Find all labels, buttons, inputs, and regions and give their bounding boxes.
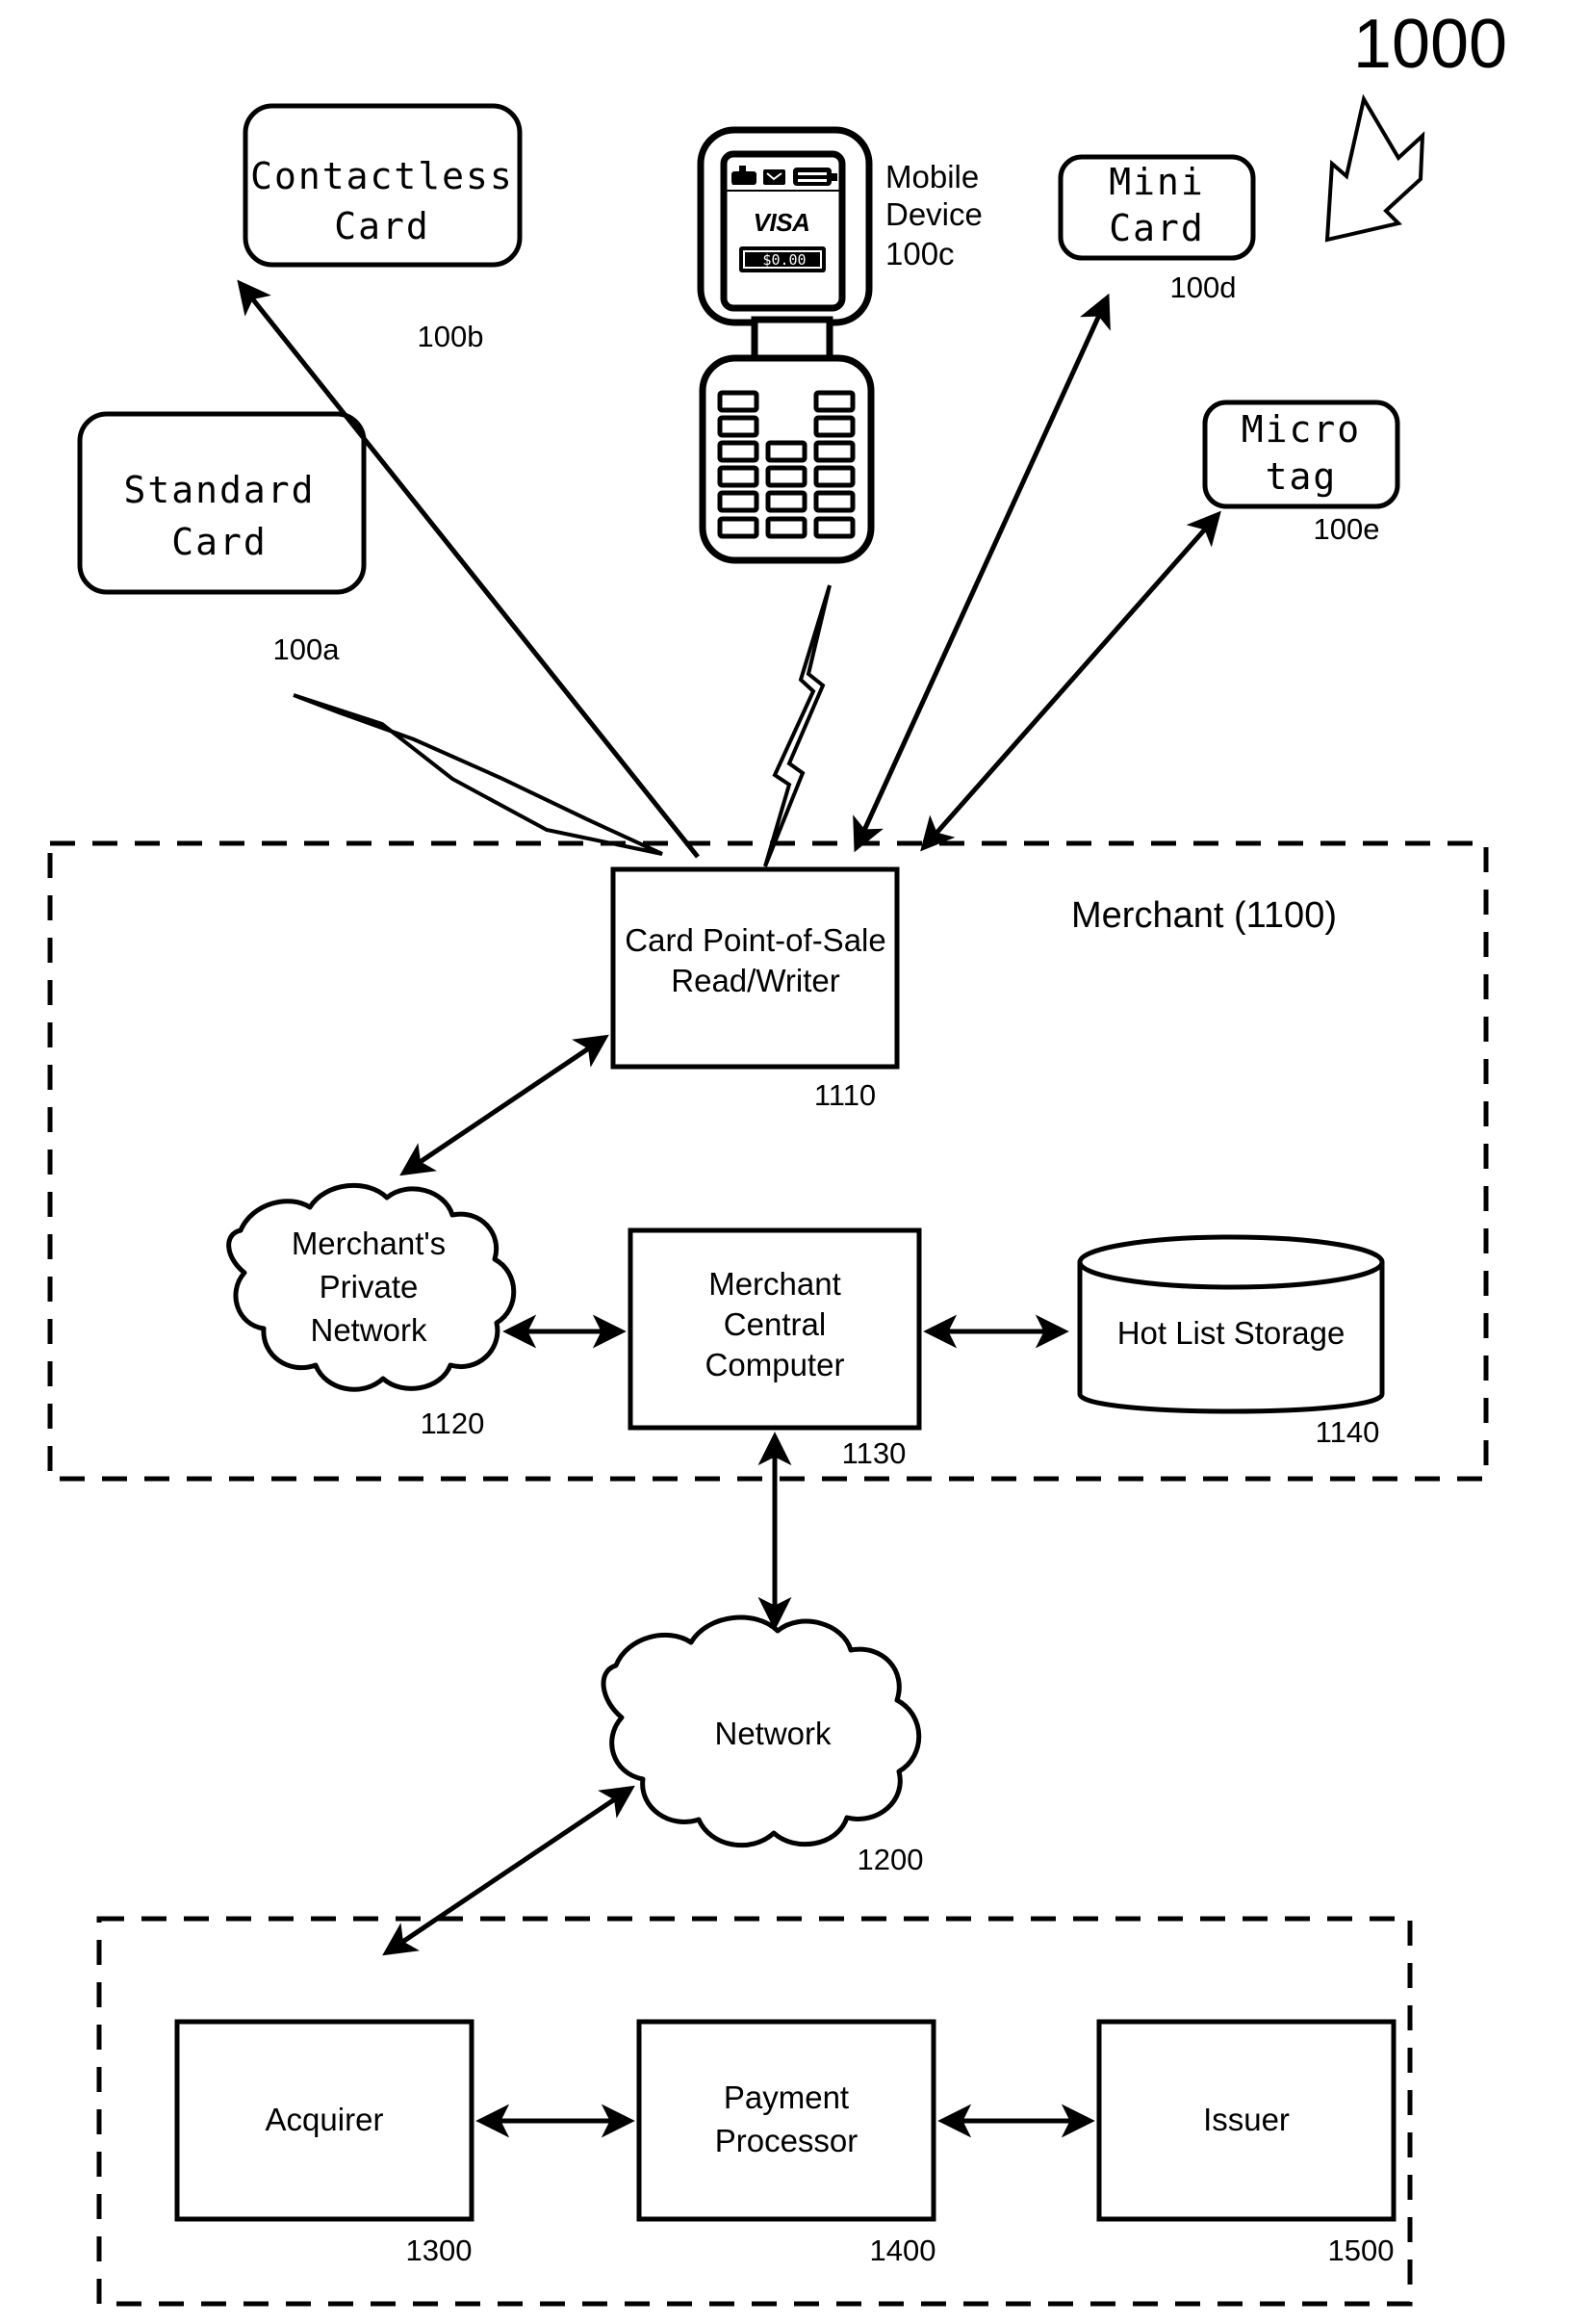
rf-signal-mobile-device	[763, 584, 832, 867]
node-acquirer: Acquirer 1300	[174, 2019, 474, 2267]
contactless-card-label-line2: Card	[334, 205, 430, 247]
device-mini-card: Mini Card 100d	[1058, 154, 1256, 304]
private-network-label-line1: Merchant's	[292, 1226, 446, 1261]
amount-display: $0.00	[739, 246, 826, 272]
device-micro-tag: Micro tag 100e	[1202, 400, 1400, 546]
private-network-label-line2: Private	[320, 1269, 419, 1304]
arrow-network-acquirer	[382, 1785, 635, 1956]
battery-icon	[793, 168, 837, 186]
arrow-pos-micro-tag	[920, 510, 1221, 852]
standard-card-label-line1: Standard	[123, 469, 315, 511]
arrow-pos-mini-card	[853, 293, 1111, 853]
mini-card-label-line2: Card	[1109, 207, 1205, 249]
ref-1300: 1300	[406, 2234, 473, 2267]
ref-1130: 1130	[842, 1436, 907, 1470]
payment-processor-label-line1: Payment	[724, 2079, 849, 2115]
ref-100d: 100d	[1170, 271, 1237, 304]
arrow-pos-private-network	[399, 1034, 609, 1176]
merchant-title: Merchant (1100)	[1071, 895, 1337, 936]
mobile-device-caption-line2: Device	[885, 196, 983, 232]
node-network-cloud: Network 1200	[601, 1614, 924, 1876]
node-payment-processor: Payment Processor 1400	[636, 2019, 936, 2267]
central-computer-label-line2: Central	[724, 1306, 826, 1342]
system-architecture-diagram: 1000 Contactless Card 100b Standard Card…	[47, 6, 1507, 2307]
hot-list-storage-label: Hot List Storage	[1117, 1315, 1346, 1351]
message-icon	[763, 169, 785, 185]
micro-tag-label-line1: Micro	[1242, 408, 1361, 451]
node-hot-list-storage: Hot List Storage 1140	[1077, 1234, 1385, 1449]
visa-brand-logo: VISA	[754, 208, 810, 237]
central-computer-label-line3: Computer	[705, 1347, 845, 1382]
standard-card-label-line2: Card	[171, 521, 268, 563]
acquirer-label: Acquirer	[266, 2102, 384, 2137]
figure-number: 1000	[1353, 6, 1507, 83]
mobile-device-caption-line1: Mobile	[885, 159, 979, 194]
pos-label-line2: Read/Writer	[671, 963, 839, 998]
node-issuer: Issuer 1500	[1096, 2019, 1397, 2267]
device-mobile-phone: VISA $0.00 Mobile Device 100c	[697, 126, 983, 564]
contactless-card-label-line1: Contactless	[250, 155, 514, 197]
node-card-point-of-sale: Card Point-of-Sale Read/Writer 1110	[610, 866, 900, 1112]
device-standard-card: Standard Card 100a	[77, 411, 367, 666]
rf-signal-standard-card	[293, 693, 663, 856]
figure-pointer-arrow-icon	[1324, 93, 1425, 243]
network-label: Network	[714, 1716, 832, 1751]
mini-card-label-line1: Mini	[1109, 161, 1205, 203]
ref-1200: 1200	[858, 1843, 924, 1876]
ref-1120: 1120	[421, 1407, 485, 1440]
pos-label-line1: Card Point-of-Sale	[625, 922, 885, 958]
issuer-label: Issuer	[1203, 2102, 1290, 2137]
patent-figure-page: 1000 Contactless Card 100b Standard Card…	[0, 0, 1589, 2324]
node-merchant-central-computer: Merchant Central Computer 1130	[628, 1227, 922, 1470]
ref-100b: 100b	[418, 320, 484, 353]
micro-tag-label-line2: tag	[1266, 455, 1338, 498]
node-merchants-private-network: Merchant's Private Network 1120	[226, 1182, 517, 1440]
amount-value: $0.00	[762, 251, 806, 269]
device-contactless-card: Contactless Card 100b	[243, 103, 523, 353]
ref-1400: 1400	[870, 2234, 936, 2267]
ref-1140: 1140	[1316, 1415, 1380, 1449]
payment-processor-label-line2: Processor	[715, 2123, 859, 2158]
ref-1500: 1500	[1328, 2234, 1395, 2267]
ref-100e: 100e	[1314, 512, 1380, 546]
ref-1110: 1110	[814, 1078, 876, 1112]
ref-100a: 100a	[273, 633, 341, 666]
ref-100c: 100c	[885, 236, 955, 271]
central-computer-label-line1: Merchant	[708, 1266, 841, 1302]
private-network-label-line3: Network	[310, 1312, 427, 1348]
